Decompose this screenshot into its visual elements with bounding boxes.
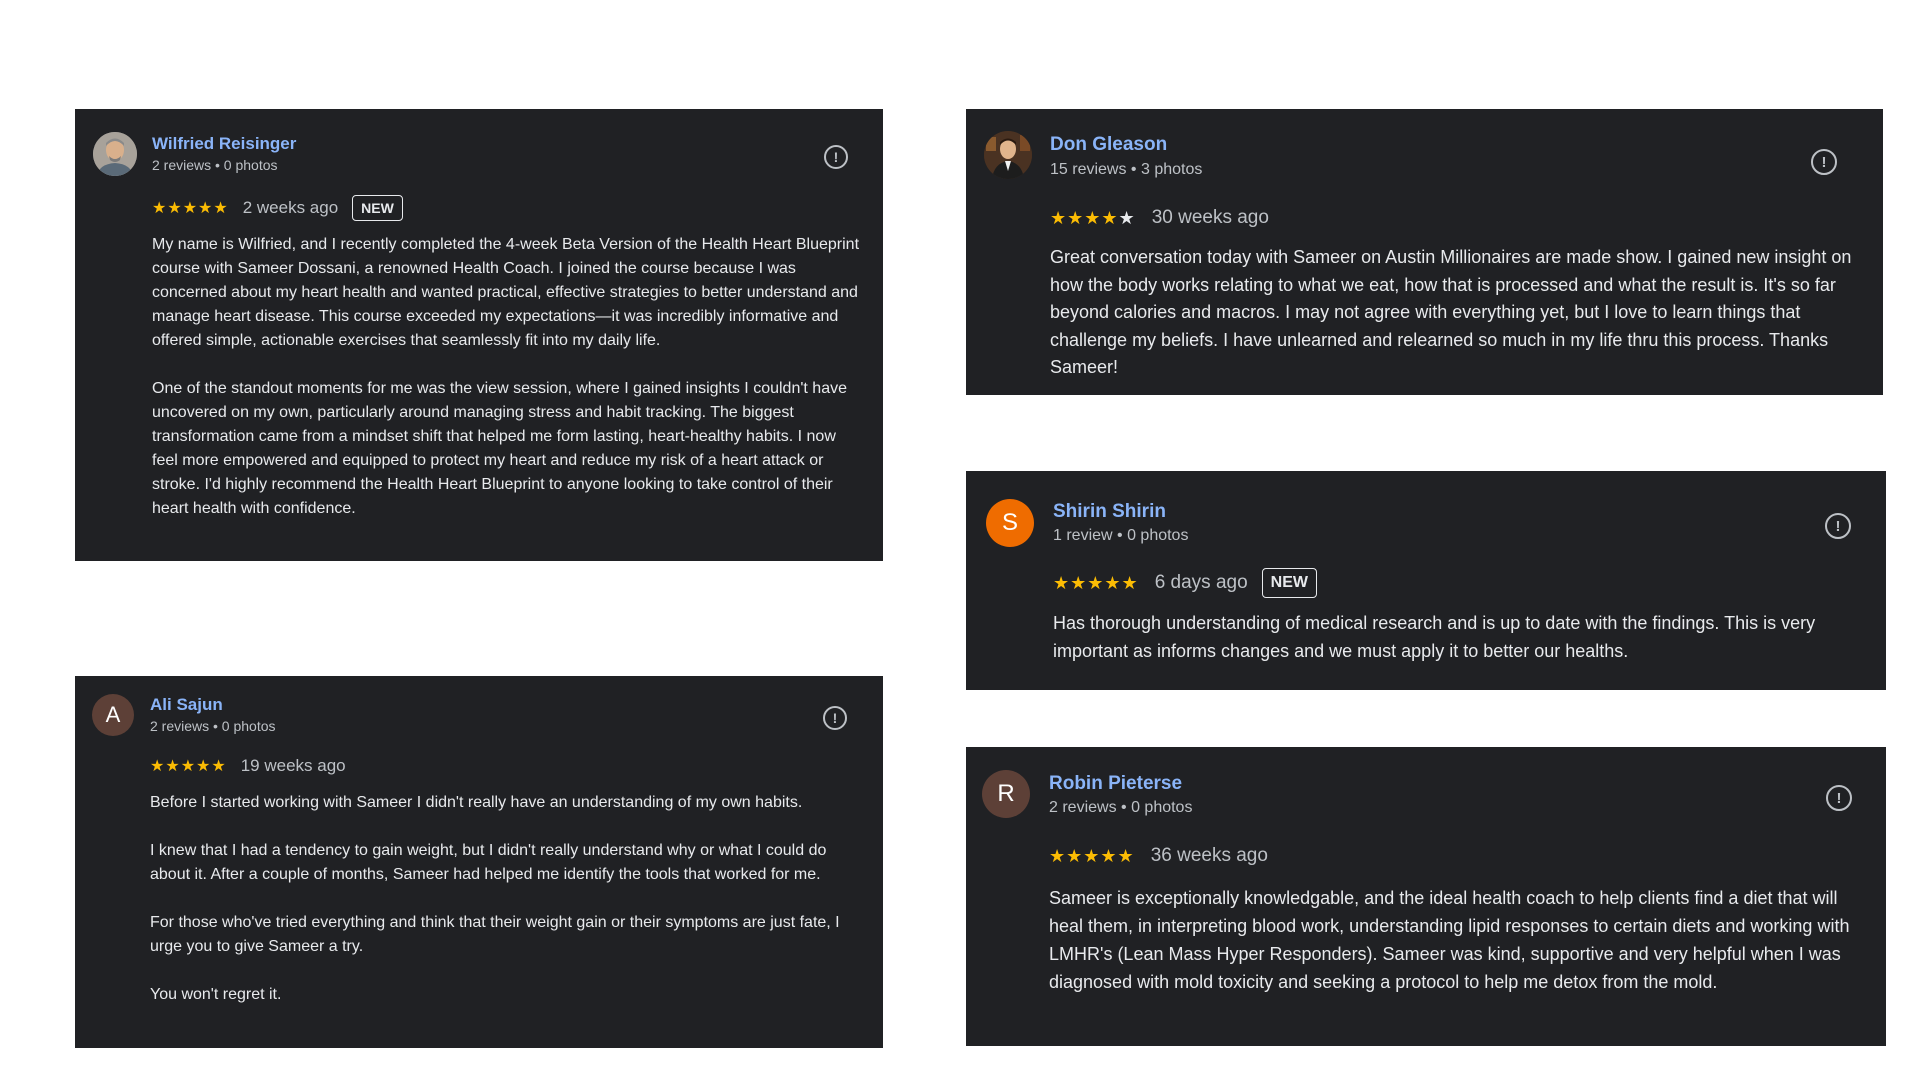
rating-row: ★★★★★ 6 days ago NEW <box>1053 566 1317 600</box>
reviewer-name[interactable]: Ali Sajun <box>150 695 223 715</box>
review-card: Wilfried Reisinger 2 reviews • 0 photos … <box>75 109 883 561</box>
report-icon: ! <box>1836 789 1842 807</box>
star-rating: ★★★★★ <box>152 200 229 217</box>
star-rating: ★★★★★ <box>1053 572 1139 593</box>
reviewer-meta: 15 reviews • 3 photos <box>1050 161 1203 178</box>
review-card: S Shirin Shirin 1 review • 0 photos ! ★★… <box>966 471 1886 690</box>
review-text: My name is Wilfried, and I recently comp… <box>152 233 865 521</box>
review-paragraph: Has thorough understanding of medical re… <box>1053 613 1816 661</box>
review-time: 36 weeks ago <box>1150 845 1268 866</box>
report-icon: ! <box>1835 517 1841 535</box>
reviewer-meta: 2 reviews • 0 photos <box>152 157 278 173</box>
reviewer-meta: 2 reviews • 0 photos <box>150 718 276 734</box>
avatar-letter: S <box>1001 509 1018 536</box>
review-paragraph: You won't regret it. <box>150 986 282 1003</box>
rating-row: ★★★★★ 2 weeks ago NEW <box>152 194 403 222</box>
rating-row: ★★★★★ 36 weeks ago <box>1049 841 1268 871</box>
review-paragraph: My name is Wilfried, and I recently comp… <box>152 236 860 349</box>
review-time: 19 weeks ago <box>240 756 346 775</box>
avatar-letter: R <box>997 780 1015 807</box>
review-paragraph: Before I started working with Sameer I d… <box>150 794 803 811</box>
report-review-button[interactable]: ! <box>1811 149 1837 175</box>
reviewer-name[interactable]: Robin Pieterse <box>1049 773 1182 795</box>
avatar[interactable] <box>93 132 137 176</box>
star-rating: ★★★★★ <box>1050 208 1136 229</box>
reviewer-name[interactable]: Wilfried Reisinger <box>152 134 296 154</box>
review-paragraph: Great conversation today with Sameer on … <box>1050 247 1852 377</box>
avatar-letter: A <box>105 702 121 727</box>
review-paragraph: For those who've tried everything and th… <box>150 914 840 955</box>
review-time: 30 weeks ago <box>1151 207 1269 228</box>
star-rating: ★★★★★ <box>150 758 227 775</box>
avatar[interactable]: S <box>986 499 1034 547</box>
review-paragraph: Sameer is exceptionally knowledgable, an… <box>1049 888 1850 992</box>
person-photo-icon <box>984 131 1032 179</box>
report-icon: ! <box>1821 153 1827 171</box>
reviewer-meta: 2 reviews • 0 photos <box>1049 799 1193 816</box>
review-text: Has thorough understanding of medical re… <box>1053 609 1873 665</box>
review-card: A Ali Sajun 2 reviews • 0 photos ! ★★★★★… <box>75 676 883 1048</box>
review-text: Sameer is exceptionally knowledgable, an… <box>1049 884 1875 996</box>
report-review-button[interactable]: ! <box>1826 785 1852 811</box>
avatar[interactable] <box>984 131 1032 179</box>
star-filled: ★★★★ <box>1050 207 1119 228</box>
reviewer-name[interactable]: Shirin Shirin <box>1053 501 1166 523</box>
report-review-button[interactable]: ! <box>823 706 847 730</box>
new-badge: NEW <box>1261 568 1317 598</box>
reviewer-meta: 1 review • 0 photos <box>1053 527 1189 544</box>
review-card: R Robin Pieterse 2 reviews • 0 photos ! … <box>966 747 1886 1046</box>
report-icon: ! <box>832 710 838 726</box>
review-paragraph: One of the standout moments for me was t… <box>152 380 847 517</box>
review-time: 6 days ago <box>1154 572 1248 593</box>
new-badge: NEW <box>352 195 403 221</box>
review-text: Great conversation today with Sameer on … <box>1050 244 1865 382</box>
person-photo-icon <box>93 132 137 176</box>
report-review-button[interactable]: ! <box>1825 513 1851 539</box>
review-time: 2 weeks ago <box>242 198 339 217</box>
review-text: Before I started working with Sameer I d… <box>150 791 868 1007</box>
review-card: Don Gleason 15 reviews • 3 photos ! ★★★★… <box>966 109 1883 395</box>
report-review-button[interactable]: ! <box>824 145 848 169</box>
star-empty: ★ <box>1118 207 1136 228</box>
avatar[interactable]: R <box>982 770 1030 818</box>
review-paragraph: I knew that I had a tendency to gain wei… <box>150 842 827 883</box>
report-icon: ! <box>833 149 839 165</box>
reviewer-name[interactable]: Don Gleason <box>1050 134 1167 156</box>
rating-row: ★★★★★ 19 weeks ago <box>150 753 346 779</box>
avatar[interactable]: A <box>92 694 134 736</box>
star-rating: ★★★★★ <box>1049 845 1135 866</box>
rating-row: ★★★★★ 30 weeks ago <box>1050 203 1269 233</box>
